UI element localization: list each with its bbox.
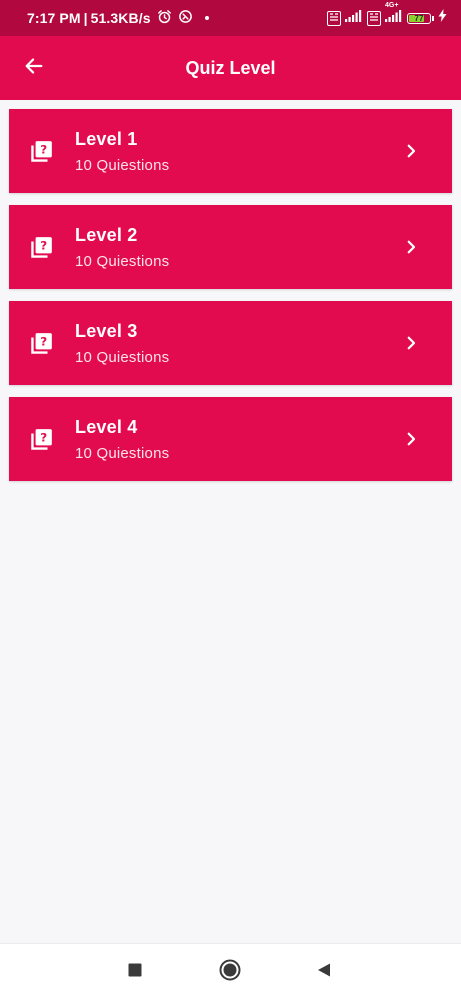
page-title: Quiz Level [185, 58, 276, 78]
level-title: Level 3 [75, 321, 138, 341]
chevron-right-icon [402, 142, 420, 160]
signal-icon: 4G+ [385, 2, 403, 27]
status-bar: 7:17 PM | 51.3KB/s 4G+ 77 [0, 0, 461, 36]
chevron-right-icon [402, 334, 420, 352]
battery-level: 77 [414, 13, 424, 23]
level-title: Level 1 [75, 129, 138, 149]
app-bar: Quiz Level [0, 36, 461, 100]
quiz-library-icon: ? [28, 139, 54, 165]
battery-body: 77 [407, 12, 431, 24]
chevron-right-icon [402, 430, 420, 448]
battery-icon: 77 [407, 12, 434, 24]
data-saver-icon [178, 9, 193, 27]
svg-text:?: ? [40, 143, 47, 157]
network-type-label: 4G+ [385, 2, 399, 9]
signal-icon [345, 9, 363, 27]
level-subtitle: 10 Quiestions [75, 349, 170, 366]
notification-dot [204, 16, 209, 20]
level-title: Level 2 [75, 225, 138, 245]
charging-icon [438, 9, 447, 27]
level-list: ? Level 1 10 Quiestions ? Level 2 10 Qui… [9, 109, 452, 493]
recent-apps-icon [127, 962, 143, 983]
level-card-4[interactable]: ? Level 4 10 Quiestions [9, 397, 452, 481]
svg-text:?: ? [40, 431, 47, 445]
svg-text:?: ? [40, 239, 47, 253]
alarm-icon [157, 9, 172, 27]
quiz-library-icon: ? [28, 235, 54, 261]
system-nav-bar [0, 943, 461, 1000]
svg-text:?: ? [40, 335, 47, 349]
status-separator: | [83, 10, 88, 26]
level-card-3[interactable]: ? Level 3 10 Quiestions [9, 301, 452, 385]
back-triangle-icon [315, 961, 333, 984]
level-title: Level 4 [75, 417, 138, 437]
status-net-speed: 51.3KB/s [90, 10, 151, 26]
status-time: 7:17 PM [27, 10, 81, 26]
chevron-right-icon [402, 238, 420, 256]
level-subtitle: 10 Quiestions [75, 253, 170, 270]
battery-cap [432, 15, 434, 21]
home-icon [218, 958, 242, 987]
level-subtitle: 10 Quiestions [75, 157, 170, 174]
recent-apps-button[interactable] [121, 958, 149, 986]
nav-back-button[interactable] [310, 958, 338, 986]
volte-icon [367, 10, 381, 26]
status-right: 4G+ 77 [327, 2, 447, 27]
status-left: 7:17 PM | 51.3KB/s [27, 9, 209, 27]
quiz-library-icon: ? [28, 331, 54, 357]
volte-icon [327, 10, 341, 26]
level-card-2[interactable]: ? Level 2 10 Quiestions [9, 205, 452, 289]
level-subtitle: 10 Quiestions [75, 445, 170, 462]
level-card-1[interactable]: ? Level 1 10 Quiestions [9, 109, 452, 193]
home-button[interactable] [216, 958, 244, 986]
quiz-library-icon: ? [28, 427, 54, 453]
